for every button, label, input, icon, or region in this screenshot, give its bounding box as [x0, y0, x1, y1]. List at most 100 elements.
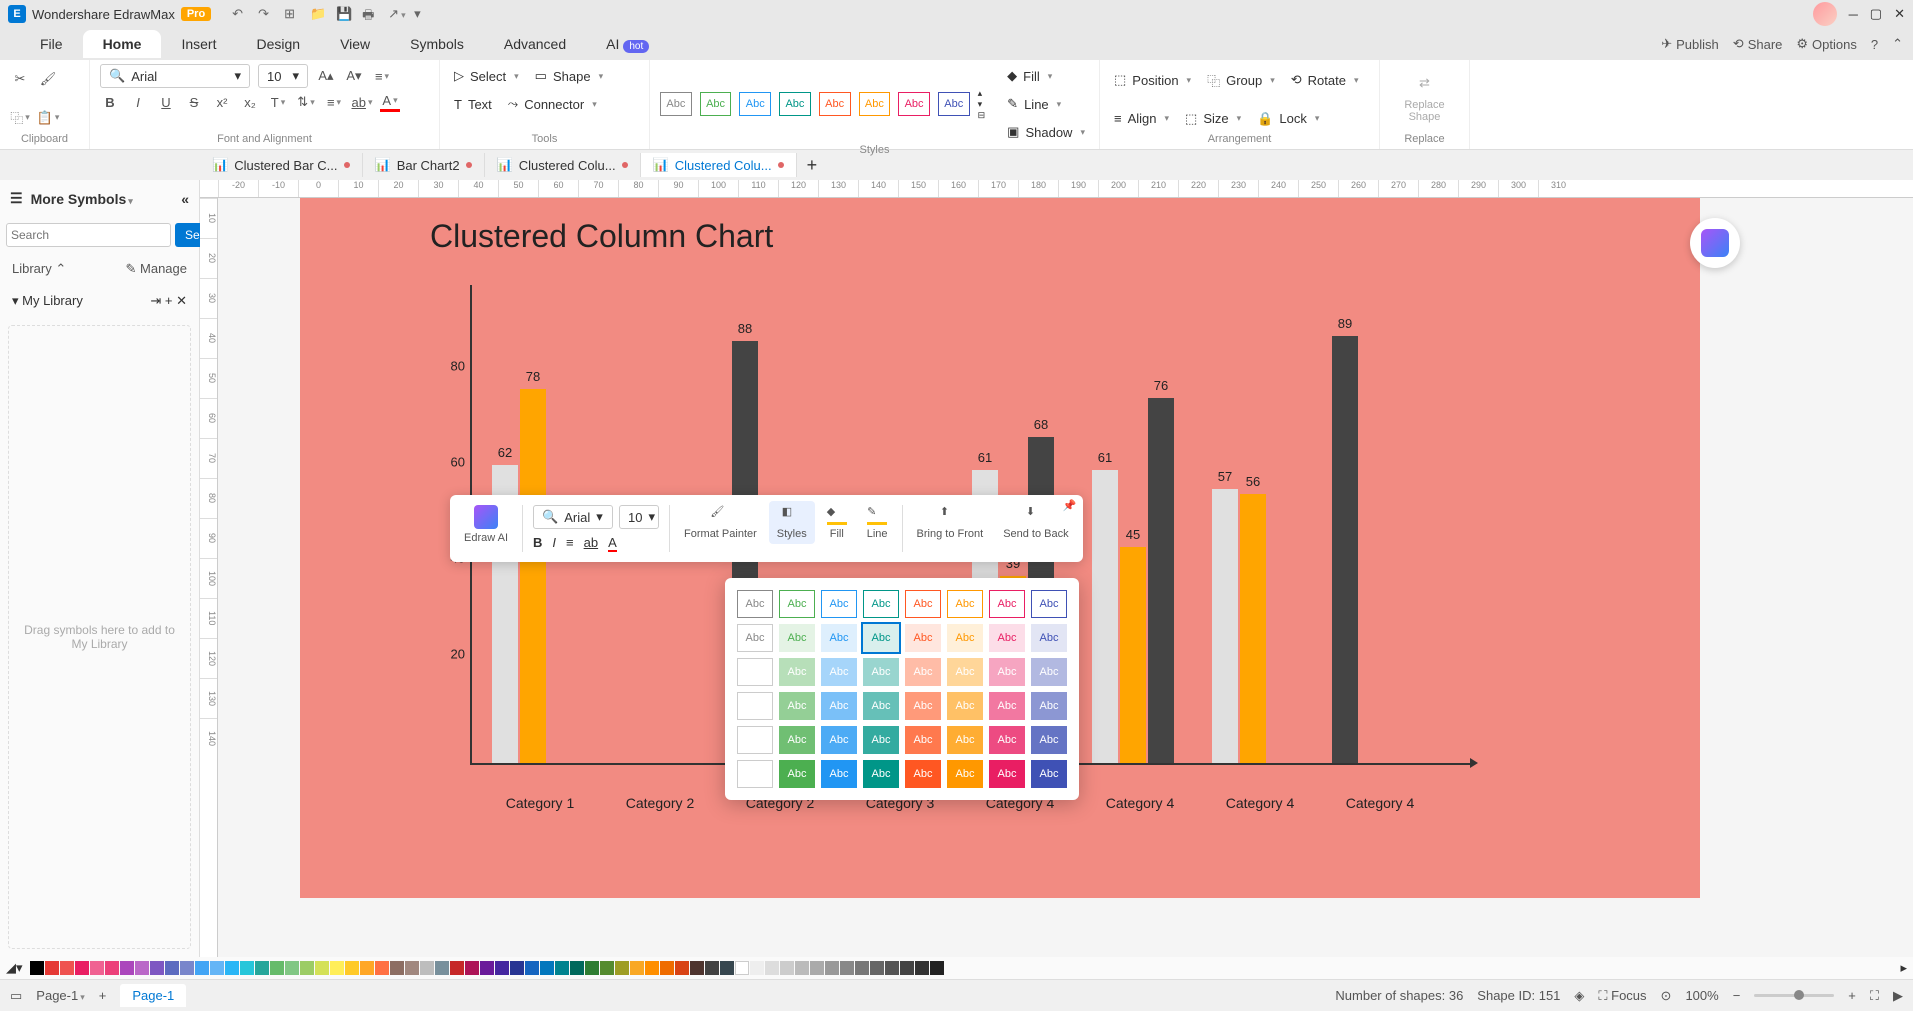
style-preset-cell[interactable]: Abc — [863, 658, 899, 686]
zoom-in-icon[interactable]: + — [1848, 988, 1856, 1003]
style-preset-cell[interactable]: Abc — [737, 658, 773, 686]
my-library-label[interactable]: ▾ My Library — [12, 293, 83, 309]
color-swatch[interactable] — [795, 961, 809, 975]
color-swatch[interactable] — [510, 961, 524, 975]
color-swatch[interactable] — [450, 961, 464, 975]
chart-bar[interactable]: 89 — [1332, 336, 1358, 763]
strike-icon[interactable]: S — [184, 92, 204, 112]
menu-file[interactable]: File — [20, 30, 83, 58]
grow-font-icon[interactable]: A▴ — [316, 66, 336, 86]
chart-bar[interactable]: 76 — [1148, 398, 1174, 763]
redo-icon[interactable]: ↷ — [258, 6, 274, 22]
mini-bring-front[interactable]: ⬆Bring to Front — [909, 501, 992, 544]
styles-up-icon[interactable]: ▴ — [978, 88, 986, 99]
rotate-button[interactable]: ⟲ Rotate — [1287, 68, 1363, 92]
style-preset[interactable]: Abc — [819, 92, 851, 116]
page-selector[interactable]: Page-1 — [36, 988, 84, 1003]
style-preset-cell[interactable]: Abc — [989, 624, 1025, 652]
color-swatch[interactable] — [300, 961, 314, 975]
mini-highlight-icon[interactable]: ab — [584, 535, 598, 552]
font-size-combo[interactable]: 10▾ — [258, 64, 308, 88]
export-icon[interactable]: ↗ — [388, 6, 404, 22]
align-icon[interactable]: ≡ — [372, 66, 392, 86]
style-preset-cell[interactable]: Abc — [863, 624, 899, 652]
color-swatch[interactable] — [195, 961, 209, 975]
publish-button[interactable]: ✈ Publish — [1661, 36, 1719, 52]
chart-bar[interactable]: 56 — [1240, 494, 1266, 763]
style-preset-cell[interactable]: Abc — [737, 692, 773, 720]
style-preset-cell[interactable]: Abc — [1031, 590, 1067, 618]
superscript-icon[interactable]: x² — [212, 92, 232, 112]
style-preset-cell[interactable]: Abc — [863, 590, 899, 618]
line-spacing-icon[interactable]: ⇅ — [296, 92, 316, 112]
italic-icon[interactable]: I — [128, 92, 148, 112]
style-preset-cell[interactable]: Abc — [737, 760, 773, 788]
style-preset-cell[interactable]: Abc — [989, 692, 1025, 720]
style-preset-cell[interactable]: Abc — [737, 624, 773, 652]
font-color-icon[interactable]: A — [380, 92, 400, 112]
mini-size-combo[interactable]: 10 ▾ — [619, 505, 659, 529]
undo-icon[interactable]: ↶ — [232, 6, 248, 22]
color-swatch[interactable] — [915, 961, 929, 975]
color-swatch[interactable] — [630, 961, 644, 975]
style-preset-cell[interactable]: Abc — [863, 692, 899, 720]
color-swatch[interactable] — [270, 961, 284, 975]
color-swatch[interactable] — [885, 961, 899, 975]
styles-down-icon[interactable]: ▾ — [978, 99, 986, 110]
style-preset-cell[interactable]: Abc — [905, 726, 941, 754]
canvas-area[interactable]: -20-100102030405060708090100110120130140… — [200, 180, 1913, 957]
copy-icon[interactable]: ⿻ — [10, 108, 30, 128]
zoom-slider[interactable] — [1754, 994, 1834, 997]
color-swatch[interactable] — [585, 961, 599, 975]
mini-line[interactable]: ✎Line — [859, 501, 896, 544]
mini-font-combo[interactable]: 🔍 Arial ▾ — [533, 505, 613, 529]
shape-button[interactable]: ▭ Shape — [531, 64, 607, 88]
menu-symbols[interactable]: Symbols — [390, 30, 484, 58]
color-swatch[interactable] — [285, 961, 299, 975]
avatar[interactable] — [1813, 2, 1837, 26]
maximize-icon[interactable]: ▢ — [1870, 6, 1882, 22]
color-swatch[interactable] — [855, 961, 869, 975]
color-swatch[interactable] — [480, 961, 494, 975]
style-preset-cell[interactable]: Abc — [905, 658, 941, 686]
style-preset-cell[interactable]: Abc — [947, 726, 983, 754]
group-button[interactable]: ⿻ Group — [1203, 67, 1279, 94]
style-preset-cell[interactable]: Abc — [989, 658, 1025, 686]
mini-align-icon[interactable]: ≡ — [566, 535, 574, 552]
color-more-icon[interactable]: ▸ — [1900, 960, 1907, 976]
style-preset-cell[interactable]: Abc — [821, 590, 857, 618]
layers-icon[interactable]: ◈ — [1574, 988, 1584, 1004]
options-button[interactable]: ⚙ Options — [1796, 36, 1856, 52]
color-swatch[interactable] — [825, 961, 839, 975]
color-swatch[interactable] — [390, 961, 404, 975]
color-swatch[interactable] — [570, 961, 584, 975]
menu-ai[interactable]: AIhot — [586, 30, 669, 58]
color-swatch[interactable] — [600, 961, 614, 975]
chart-bar[interactable]: 78 — [520, 389, 546, 763]
color-swatch[interactable] — [315, 961, 329, 975]
lib-add-icon[interactable]: + — [165, 293, 173, 308]
mini-format-painter[interactable]: 🖌Format Painter — [676, 501, 765, 544]
color-swatch[interactable] — [150, 961, 164, 975]
library-label[interactable]: Library ⌃ — [12, 261, 66, 277]
fill-button[interactable]: ◆ Fill — [1003, 64, 1089, 88]
color-swatch[interactable] — [255, 961, 269, 975]
color-swatch[interactable] — [135, 961, 149, 975]
style-preset-cell[interactable]: Abc — [947, 590, 983, 618]
text-button[interactable]: T Text — [450, 93, 496, 116]
style-preset-cell[interactable]: Abc — [905, 624, 941, 652]
mini-pin-icon[interactable]: 📌 — [1063, 499, 1077, 512]
highlight-icon[interactable]: ab — [352, 92, 372, 112]
doc-tab[interactable]: 📊Bar Chart2 — [363, 153, 485, 177]
page-tab[interactable]: Page-1 — [120, 984, 186, 1007]
chart-bar[interactable]: 57 — [1212, 489, 1238, 763]
style-preset-cell[interactable]: Abc — [737, 590, 773, 618]
color-swatch[interactable] — [30, 961, 44, 975]
save-icon[interactable]: 💾 — [336, 6, 352, 22]
style-preset[interactable]: Abc — [898, 92, 930, 116]
menu-advanced[interactable]: Advanced — [484, 30, 586, 58]
style-preset-cell[interactable]: Abc — [947, 760, 983, 788]
focus-button[interactable]: ⛶ Focus — [1598, 988, 1646, 1004]
fill-tool-icon[interactable]: ◢▾ — [6, 960, 23, 976]
color-swatch[interactable] — [60, 961, 74, 975]
